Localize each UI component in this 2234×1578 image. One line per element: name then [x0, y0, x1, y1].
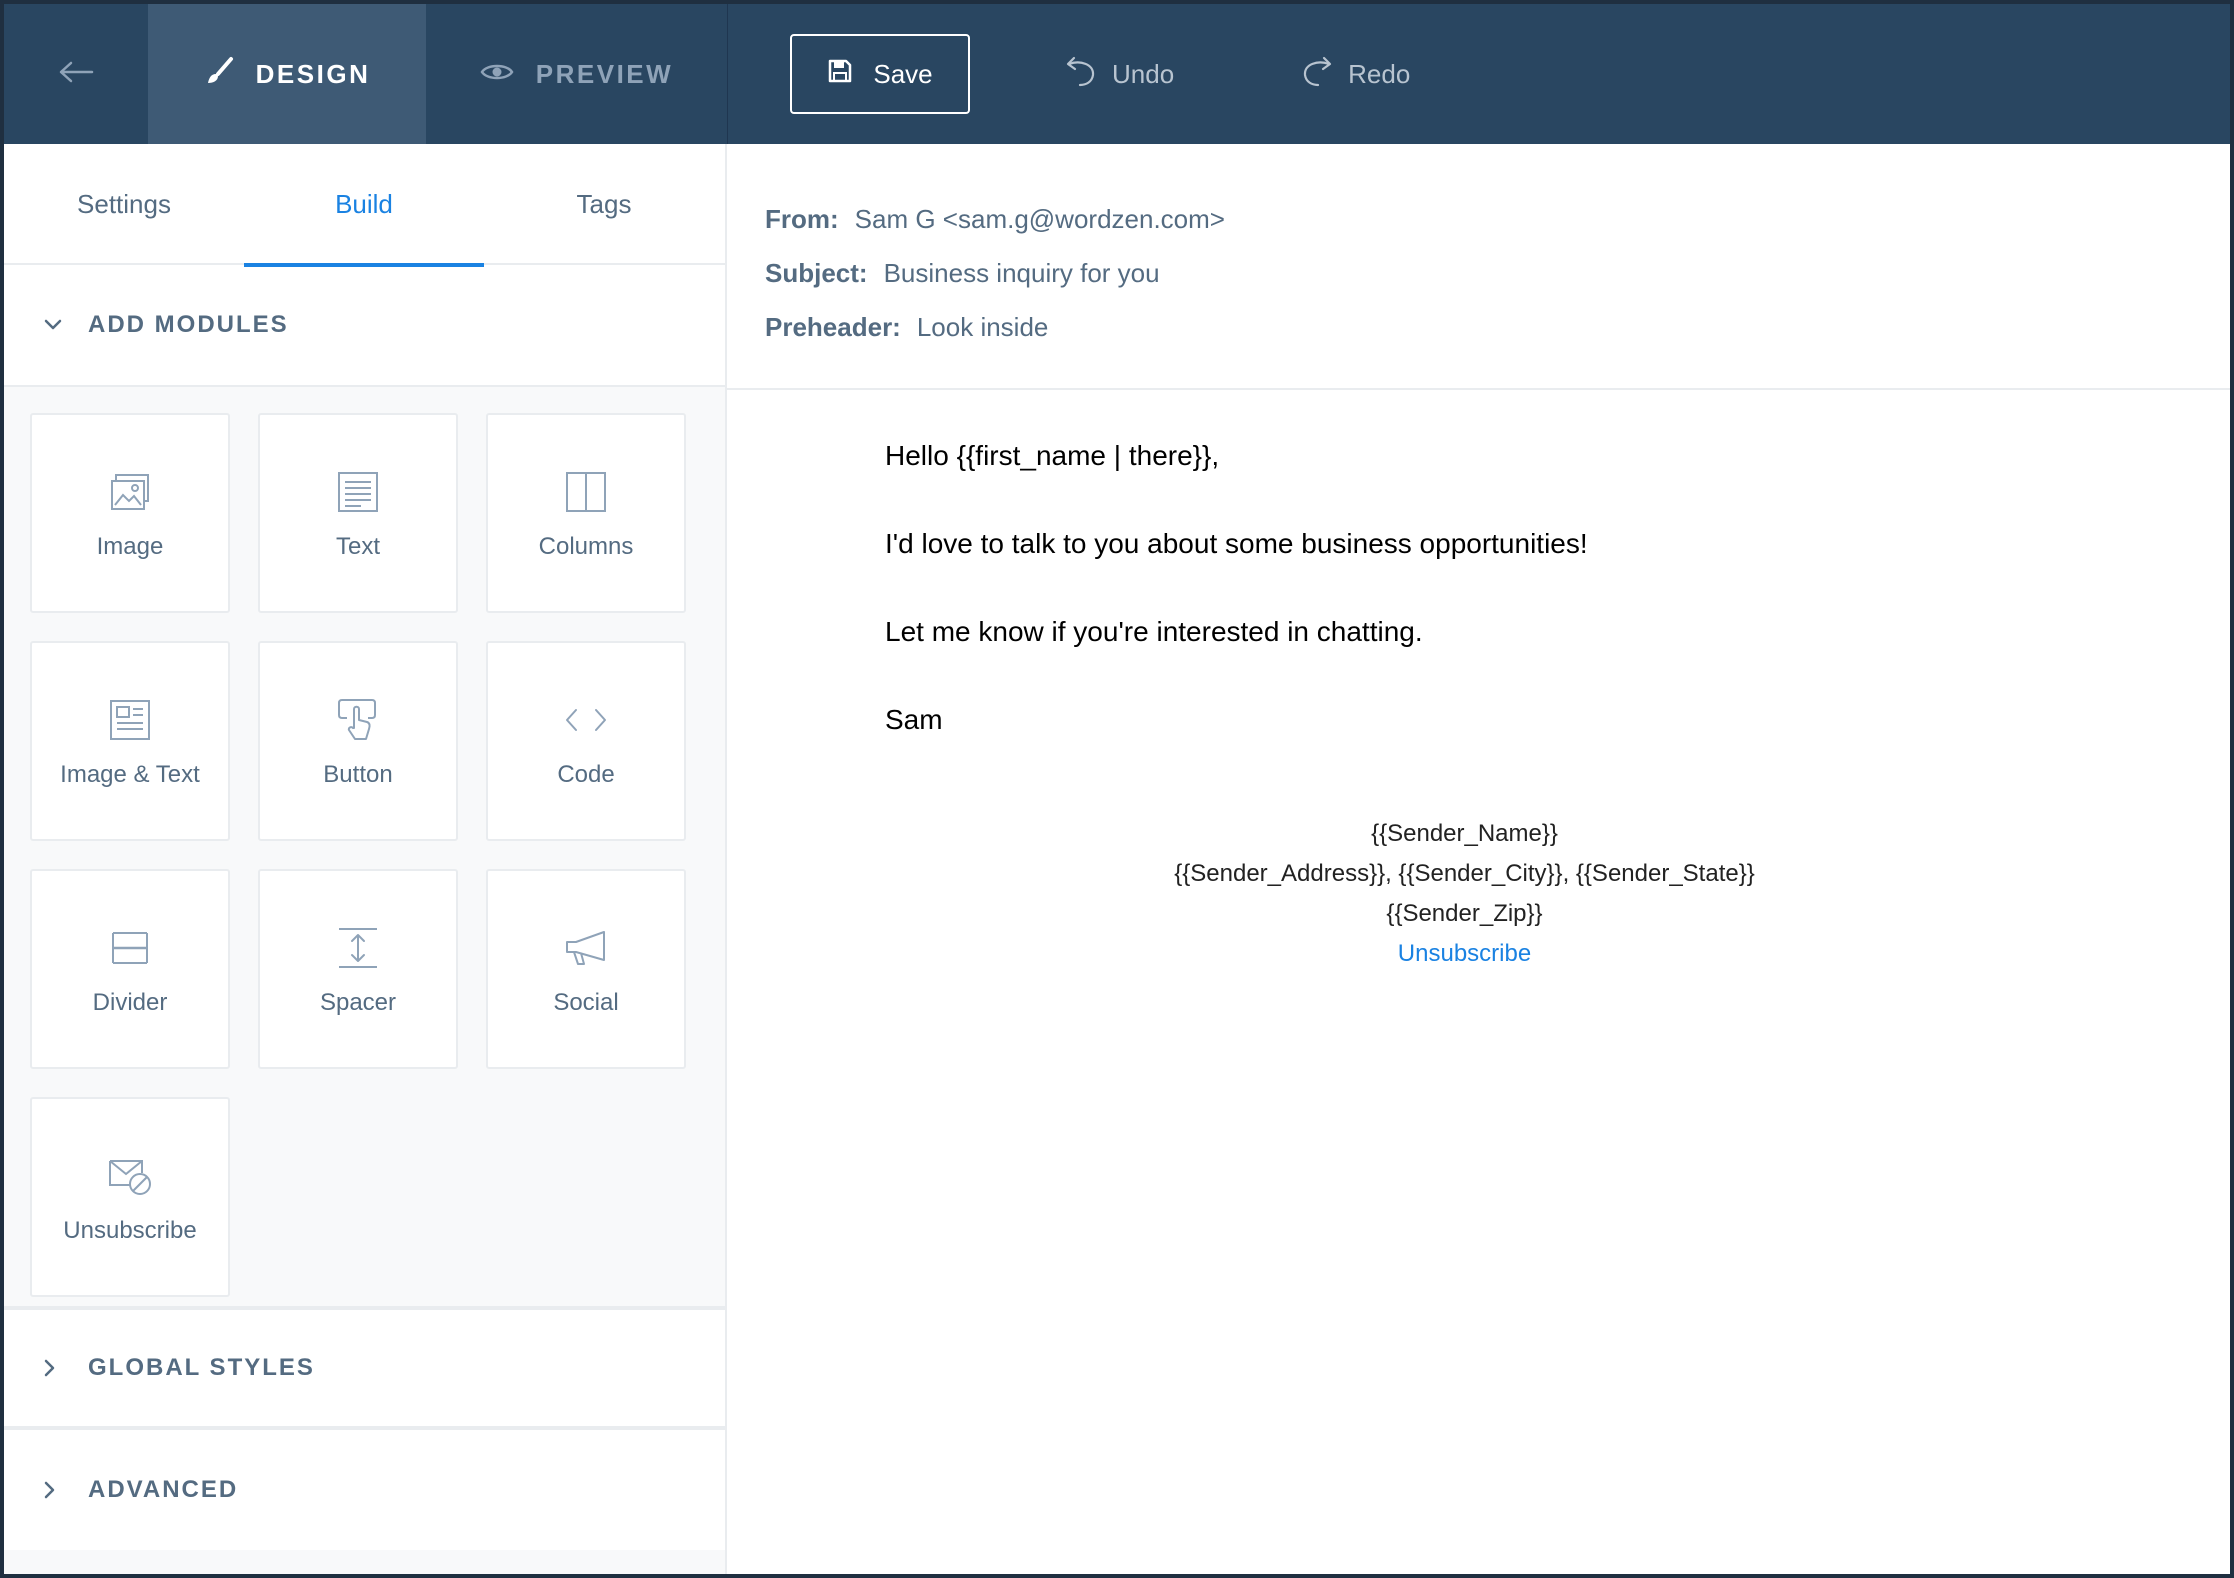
advanced-label: ADVANCED — [88, 1476, 239, 1503]
module-columns[interactable]: Columns — [486, 413, 686, 613]
email-paragraph: I'd love to talk to you about some busin… — [885, 528, 1588, 559]
module-label: Social — [553, 989, 619, 1016]
chevron-right-icon — [44, 1359, 70, 1377]
redo-icon — [1300, 54, 1348, 95]
module-label: Button — [323, 761, 393, 788]
divider-icon — [109, 921, 151, 975]
advanced-header[interactable]: ADVANCED — [4, 1430, 725, 1550]
email-footer-module[interactable]: {{Sender_Name}} {{Sender_Address}}, {{Se… — [1107, 814, 1822, 974]
back-button[interactable] — [4, 4, 148, 144]
module-text[interactable]: Text — [258, 413, 458, 613]
spacer-icon — [337, 921, 379, 975]
undo-label: Undo — [1112, 58, 1175, 89]
sidebar-tabs: Settings Build Tags — [4, 144, 725, 267]
add-modules-label: ADD MODULES — [88, 311, 289, 338]
sidebar: Settings Build Tags ADD MODULES Image Te… — [4, 144, 727, 1574]
chevron-down-icon — [44, 319, 70, 331]
tab-tags[interactable]: Tags — [484, 144, 724, 265]
chevron-right-icon — [44, 1481, 70, 1499]
sender-name: {{Sender_Name}} — [1371, 820, 1558, 847]
from-label: From: — [765, 203, 839, 234]
from-value: Sam G <sam.g@wordzen.com> — [854, 203, 1225, 234]
module-label: Image & Text — [60, 761, 200, 788]
tab-build[interactable]: Build — [244, 144, 484, 267]
preheader-label: Preheader: — [765, 311, 901, 342]
top-toolbar: DESIGN PREVIEW Save Undo Redo — [4, 4, 2230, 144]
redo-label: Redo — [1348, 58, 1411, 89]
global-styles-label: GLOBAL STYLES — [88, 1354, 315, 1381]
unsubscribe-envelope-icon — [108, 1149, 152, 1203]
email-metadata: From: Sam G <sam.g@wordzen.com> Subject:… — [727, 144, 2230, 390]
subject-row[interactable]: Subject: Business inquiry for you — [765, 246, 2230, 300]
module-label: Code — [557, 761, 615, 788]
subject-value: Business inquiry for you — [883, 257, 1160, 288]
email-body-text-module[interactable]: Hello {{first_name | there}}, I'd love t… — [727, 390, 2230, 788]
preview-mode-label: PREVIEW — [535, 58, 674, 89]
sender-address: {{Sender_Address}}, {{Sender_City}}, {{S… — [1174, 860, 1755, 927]
add-modules-header[interactable]: ADD MODULES — [4, 265, 725, 387]
design-mode-label: DESIGN — [255, 58, 371, 89]
email-editor-app: DESIGN PREVIEW Save Undo Redo Settings B… — [0, 0, 2234, 1578]
brush-icon — [204, 56, 256, 93]
module-button[interactable]: Button — [258, 641, 458, 841]
image-icon — [110, 465, 150, 519]
email-signature: Sam — [885, 704, 943, 735]
design-mode-tab[interactable]: DESIGN — [148, 4, 426, 144]
module-label: Columns — [538, 533, 634, 560]
megaphone-icon — [564, 921, 608, 975]
columns-icon — [565, 465, 607, 519]
module-image-text[interactable]: Image & Text — [30, 641, 230, 841]
email-paragraph: Let me know if you're interested in chat… — [885, 616, 1423, 647]
module-social[interactable]: Social — [486, 869, 686, 1069]
modules-grid: Image Text Columns Image & Text Button C… — [4, 387, 725, 1310]
toolbar-actions: Save Undo Redo — [728, 4, 1410, 144]
global-styles-header[interactable]: GLOBAL STYLES — [4, 1310, 725, 1430]
code-icon — [564, 693, 608, 747]
subject-label: Subject: — [765, 257, 868, 288]
image-text-icon — [109, 693, 151, 747]
redo-button[interactable]: Redo — [1300, 54, 1410, 95]
text-icon — [337, 465, 379, 519]
module-label: Spacer — [319, 989, 397, 1016]
preview-mode-tab[interactable]: PREVIEW — [426, 4, 728, 144]
module-label: Divider — [92, 989, 168, 1016]
floppy-disk-icon — [827, 58, 873, 91]
module-image[interactable]: Image — [30, 413, 230, 613]
tab-settings[interactable]: Settings — [4, 144, 244, 265]
unsubscribe-link[interactable]: Unsubscribe — [1107, 934, 1822, 974]
eye-icon — [480, 59, 536, 90]
undo-icon — [1064, 54, 1112, 95]
module-divider[interactable]: Divider — [30, 869, 230, 1069]
back-arrow-icon — [58, 60, 94, 89]
email-greeting: Hello {{first_name | there}}, — [885, 440, 1220, 471]
module-unsubscribe[interactable]: Unsubscribe — [30, 1097, 230, 1297]
save-button[interactable]: Save — [790, 34, 970, 114]
module-label: Unsubscribe — [63, 1217, 197, 1244]
module-code[interactable]: Code — [486, 641, 686, 841]
button-pointer-icon — [337, 693, 379, 747]
preheader-value: Look inside — [916, 311, 1049, 342]
from-row[interactable]: From: Sam G <sam.g@wordzen.com> — [765, 192, 2230, 246]
preheader-row[interactable]: Preheader: Look inside — [765, 300, 2230, 354]
module-label: Image — [96, 533, 164, 560]
email-canvas: From: Sam G <sam.g@wordzen.com> Subject:… — [727, 144, 2230, 1574]
module-label: Text — [335, 533, 380, 560]
save-label: Save — [873, 58, 933, 89]
module-spacer[interactable]: Spacer — [258, 869, 458, 1069]
undo-button[interactable]: Undo — [1064, 54, 1174, 95]
